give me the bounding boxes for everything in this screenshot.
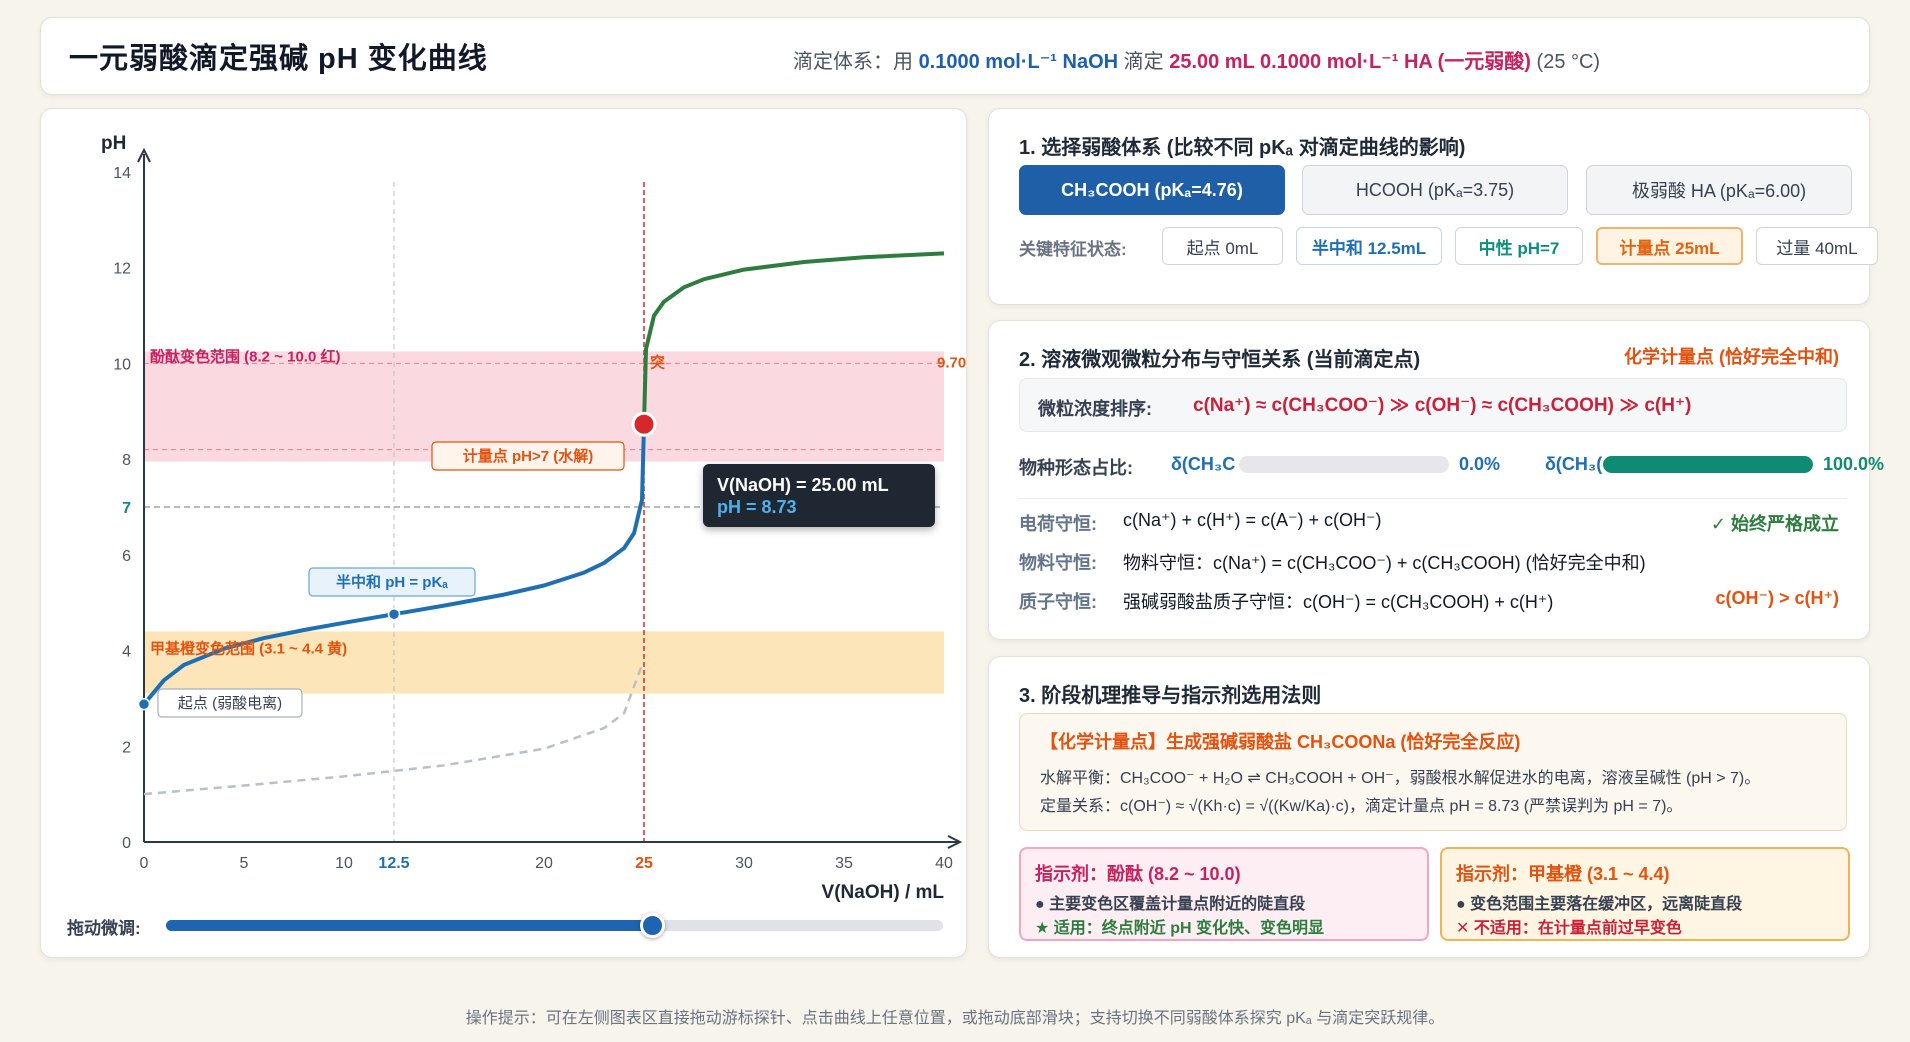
chip-excess[interactable]: 过量 40mL: [1756, 227, 1878, 265]
probe-tooltip: V(NaOH) = 25.00 mL pH = 8.73: [703, 464, 935, 527]
charge-balance-eq: c(Na⁺) + c(H⁺) = c(A⁻) + c(OH⁻): [1123, 510, 1382, 530]
slider-fill: [166, 920, 652, 931]
equivalence-point-label-text: 计量点 pH>7 (水解): [463, 447, 593, 465]
chip-half-neutral[interactable]: 半中和 12.5mL: [1296, 227, 1442, 265]
x-tick-label: 30: [735, 855, 753, 872]
mechanism-line-hydrolysis: 水解平衡：CH₃COO⁻ + H₂O ⇌ CH₃COOH + OH⁻，弱酸根水解…: [1040, 770, 1761, 787]
mass-balance-label: 物料守恒:: [1019, 553, 1097, 573]
half-neutral-label-text: 半中和 pH = pKₐ: [336, 573, 448, 591]
page-title: 一元弱酸滴定强碱 pH 变化曲线: [69, 43, 488, 75]
chip-equivalence[interactable]: 计量点 25mL: [1596, 227, 1743, 265]
slider-thumb[interactable]: [639, 913, 665, 938]
fraction1-bar: [1239, 456, 1449, 473]
analyte-spec: 25.00 mL 0.1000 mol·L⁻¹ HA (一元弱酸): [1169, 51, 1531, 73]
system-button-formic[interactable]: HCOOH (pKₐ=3.75): [1302, 165, 1568, 215]
indicator-phenolphthalein: 指示剂：酚酞 (8.2 ~ 10.0) ● 主要变色区覆盖计量点附近的陡直段 ★…: [1019, 847, 1429, 941]
y-tick-label: 10: [113, 356, 131, 373]
feature-label: 关键特征状态:: [1019, 240, 1127, 259]
operation-hint: 操作提示：可在左侧图表区直接拖动游标探针、点击曲线上任意位置，或拖动底部滑块；支…: [465, 1010, 1445, 1027]
y-tick-label: 8: [122, 452, 131, 469]
slider-label: 拖动微调:: [67, 919, 141, 938]
y-tick-label: 4: [122, 644, 131, 661]
y-tick-label: 0: [122, 835, 131, 852]
fraction2-bar: [1603, 456, 1813, 473]
x-tick-label: 10: [335, 855, 353, 872]
x-tick-label: 25: [635, 855, 653, 872]
concentration-rank: c(Na⁺) ≈ c(CH₃COO⁻) ≫ c(OH⁻) ≈ c(CH₃COOH…: [1193, 395, 1692, 416]
titrant-spec: 0.1000 mol·L⁻¹ NaOH: [918, 51, 1119, 73]
y-axis-label: pH: [101, 133, 126, 154]
charge-balance-label: 电荷守恒:: [1019, 514, 1097, 534]
y-tick-label: 14: [113, 165, 131, 182]
proton-balance-note: c(OH⁻) > c(H⁺): [1715, 588, 1839, 608]
species-fraction-label: 物种形态占比:: [1019, 458, 1133, 478]
proton-balance-label: 质子守恒:: [1019, 592, 1097, 612]
mass-balance-eq: 物料守恒：c(Na⁺) = c(CH₃COO⁻) + c(CH₃COOH) (恰…: [1123, 553, 1646, 573]
equivalence-point-marker: [631, 411, 657, 437]
titration-chart[interactable]: pH V(NaOH) / mL 0 2 4 6 7 8 10 12 14 0 5 10 12.5 20 25 30…: [41, 109, 968, 959]
mechanism-title: 【化学计量点】生成强碱弱酸盐 CH₃COONa (恰好完全反应): [1040, 732, 1521, 752]
tooltip-ph: pH = 8.73: [717, 497, 797, 517]
half-neutral-label: 半中和 pH = pKₐ: [308, 567, 476, 597]
y-tick-label: 2: [122, 739, 131, 756]
fraction2-name: δ(CH₃(: [1545, 454, 1603, 474]
divider: [1019, 498, 1847, 499]
temperature: (25 °C): [1536, 51, 1601, 73]
proton-balance-eq: 强碱弱酸盐质子守恒：c(OH⁻) = c(CH₃COOH) + c(H⁺): [1123, 592, 1554, 612]
volume-slider[interactable]: [166, 913, 943, 938]
microparticle-panel: 2. 溶液微观微粒分布与守恒关系 (当前滴定点) 化学计量点 (恰好完全中和) …: [988, 320, 1884, 640]
mechanism-line-quantitative: 定量关系：c(OH⁻) ≈ √(Kh·c) = √((Kw/Ka)·c)，滴定计…: [1040, 798, 1683, 815]
half-neutral-marker: [387, 607, 401, 621]
equivalence-point-label: 计量点 pH>7 (水解): [431, 441, 625, 471]
y-tick-label: 6: [122, 548, 131, 565]
concentration-rank-box: 微粒浓度排序: c(Na⁺) ≈ c(CH₃COO⁻) ≫ c(OH⁻) ≈ c…: [1019, 378, 1847, 432]
jump-range-label-left: 突: [650, 353, 665, 371]
mechanism-box: 【化学计量点】生成强碱弱酸盐 CH₃COONa (恰好完全反应) 水解平衡：CH…: [1019, 713, 1847, 831]
jump-range-label-right: 9.70: [937, 354, 966, 371]
acid-system-panel: 1. 选择弱酸体系 (比较不同 pKₐ 对滴定曲线的影响) CH₃COOH (p…: [988, 108, 1878, 305]
current-stage-badge: 化学计量点 (恰好完全中和): [1624, 347, 1839, 367]
chart-card: pH V(NaOH) / mL 0 2 4 6 7 8 10 12 14 0 5 10 12.5 20 25 30…: [40, 108, 967, 958]
y-tick-label: 12: [113, 261, 131, 278]
mechanism-panel: 3. 阶段机理推导与指示剂选用法则 【化学计量点】生成强碱弱酸盐 CH₃COON…: [988, 656, 1870, 958]
x-tick-label: 35: [835, 855, 853, 872]
chip-start[interactable]: 起点 0mL: [1162, 227, 1283, 265]
start-point-label: 起点 (弱酸电离): [157, 688, 303, 718]
x-tick-label: 40: [935, 855, 953, 872]
titration-system-info: 滴定体系：用 0.1000 mol·L⁻¹ NaOH 滴定 25.00 mL 0…: [793, 51, 1601, 73]
panel2-title: 2. 溶液微观微粒分布与守恒关系 (当前滴定点): [1019, 349, 1421, 371]
x-axis-label: V(NaOH) / mL: [822, 882, 945, 903]
methyl-orange-band-label: 甲基橙变色范围 (3.1 ~ 4.4 黄): [150, 639, 347, 657]
system-button-very-weak[interactable]: 极弱酸 HA (pKₐ=6.00): [1586, 165, 1852, 215]
chip-neutral[interactable]: 中性 pH=7: [1455, 227, 1583, 265]
tooltip-volume: V(NaOH) = 25.00 mL: [717, 475, 889, 495]
x-tick-label: 0: [140, 855, 149, 872]
header-bar: 一元弱酸滴定强碱 pH 变化曲线 滴定体系：用 0.1000 mol·L⁻¹ N…: [40, 17, 1870, 95]
phenolphthalein-band-label: 酚酞变色范围 (8.2 ~ 10.0 红): [150, 347, 340, 365]
start-point-label-text: 起点 (弱酸电离): [178, 695, 282, 712]
panel1-title: 1. 选择弱酸体系 (比较不同 pKₐ 对滴定曲线的影响): [1019, 137, 1466, 159]
x-tick-label: 20: [535, 855, 553, 872]
system-button-acetic[interactable]: CH₃COOH (pKₐ=4.76): [1019, 165, 1285, 215]
x-tick-label: 5: [240, 855, 249, 872]
fraction1-name: δ(CH₃C: [1171, 454, 1236, 474]
y-tick-label: 7: [122, 500, 131, 517]
fraction2-value: 100.0%: [1823, 454, 1885, 474]
charge-balance-note: ✓ 始终严格成立: [1710, 514, 1839, 534]
indicator-methyl-orange: 指示剂：甲基橙 (3.1 ~ 4.4) ● 变色范围主要落在缓冲区，远离陡直段 …: [1440, 847, 1850, 941]
panel3-title: 3. 阶段机理推导与指示剂选用法则: [1019, 685, 1322, 707]
fraction1-value: 0.0%: [1459, 454, 1501, 474]
start-point-marker: [137, 697, 151, 711]
x-tick-label: 12.5: [378, 855, 409, 872]
